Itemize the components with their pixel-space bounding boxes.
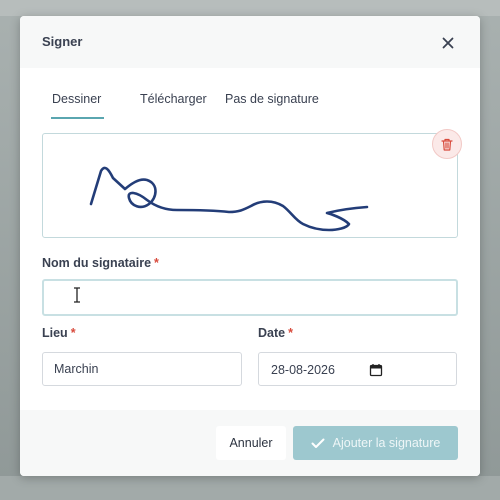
add-signature-button-label: Ajouter la signature: [332, 436, 441, 450]
cancel-button[interactable]: Annuler: [216, 426, 286, 460]
clear-signature-button[interactable]: [432, 129, 462, 159]
tab-no-signature[interactable]: Pas de signature: [225, 86, 319, 116]
place-label: Lieu *: [42, 326, 76, 340]
cancel-button-label: Annuler: [229, 436, 273, 450]
place-input[interactable]: [42, 352, 242, 386]
backdrop-bottom-strip: [0, 476, 500, 500]
check-icon: [311, 438, 325, 449]
backdrop-top-strip: [0, 0, 500, 16]
required-marker: *: [70, 326, 76, 340]
required-marker: *: [154, 256, 159, 270]
text-cursor-icon: [74, 287, 80, 303]
date-label: Date *: [258, 326, 293, 340]
tab-upload[interactable]: Télécharger: [140, 86, 207, 116]
signature-canvas[interactable]: [42, 133, 458, 238]
signer-name-label-text: Nom du signataire: [42, 256, 152, 270]
trash-icon: [441, 138, 453, 151]
signer-name-input[interactable]: [42, 279, 458, 316]
tab-no-signature-label: Pas de signature: [225, 92, 319, 106]
signer-name-label: Nom du signataire *: [42, 256, 159, 270]
tab-draw[interactable]: Dessiner: [50, 86, 105, 119]
sign-dialog: Signer Dessiner Télécharger Pas de signa…: [20, 16, 480, 476]
dialog-footer: Annuler Ajouter la signature: [20, 410, 480, 476]
dialog-header: Signer: [20, 16, 480, 68]
required-marker: *: [288, 326, 293, 340]
calendar-icon[interactable]: [369, 363, 383, 377]
date-value: 28-08-2026: [271, 363, 335, 377]
place-label-text: Lieu: [42, 326, 68, 340]
close-icon: [442, 37, 454, 49]
tab-upload-label: Télécharger: [140, 92, 207, 106]
signature-mode-tabs: Dessiner Télécharger Pas de signature: [42, 86, 458, 119]
date-label-text: Date: [258, 326, 286, 340]
tab-draw-label: Dessiner: [52, 92, 102, 106]
date-input[interactable]: 28-08-2026: [258, 352, 457, 386]
close-button[interactable]: [438, 33, 458, 53]
signature-stroke: [89, 166, 369, 232]
add-signature-button[interactable]: Ajouter la signature: [293, 426, 458, 460]
dialog-title: Signer: [42, 34, 83, 49]
